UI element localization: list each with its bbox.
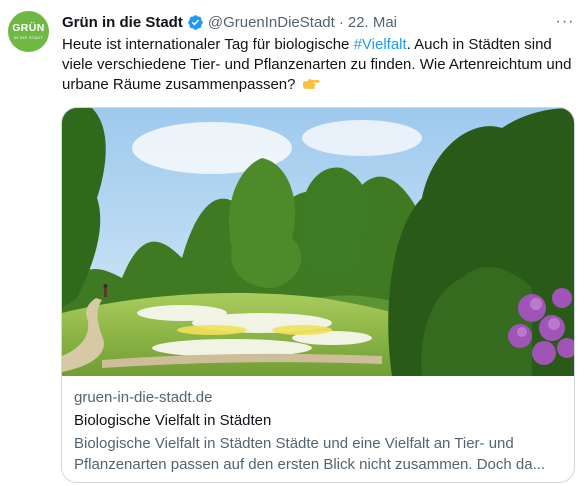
avatar-logo-text: GRÜN bbox=[12, 22, 45, 34]
separator-dot: · bbox=[338, 13, 344, 31]
tweet-text: Heute ist internationaler Tag für biolog… bbox=[62, 35, 576, 95]
user-handle[interactable]: @GruenInDieStadt bbox=[208, 14, 335, 31]
card-domain[interactable]: gruen-in-die-stadt.de bbox=[74, 388, 212, 408]
avatar-logo-subtext: IN DIE STADT bbox=[13, 35, 44, 40]
tweet-header: Grün in die Stadt @GruenInDieStadt · 22.… bbox=[62, 11, 397, 33]
pointing-right-hand-emoji bbox=[302, 78, 320, 89]
avatar[interactable]: GRÜN IN DIE STADT bbox=[8, 11, 49, 52]
park-meadow-photo[interactable] bbox=[62, 108, 574, 376]
more-dots-icon[interactable]: ··· bbox=[554, 11, 576, 33]
card-title[interactable]: Biologische Vielfalt in Städten bbox=[74, 411, 271, 431]
display-name[interactable]: Grün in die Stadt bbox=[62, 14, 183, 31]
tweet-date[interactable]: 22. Mai bbox=[348, 14, 397, 31]
tweet-text-part: Heute ist internationaler Tag für biolog… bbox=[62, 36, 354, 53]
link-card[interactable]: gruen-in-die-stadt.de Biologische Vielfa… bbox=[61, 107, 575, 483]
verified-badge-icon[interactable] bbox=[187, 14, 204, 31]
tweet[interactable]: GRÜN IN DIE STADT Grün in die Stadt @Gru… bbox=[0, 0, 586, 486]
hashtag-link[interactable]: #Vielfalt bbox=[354, 36, 407, 53]
card-description[interactable]: Biologische Vielfalt in Städten Städte u… bbox=[74, 433, 564, 475]
